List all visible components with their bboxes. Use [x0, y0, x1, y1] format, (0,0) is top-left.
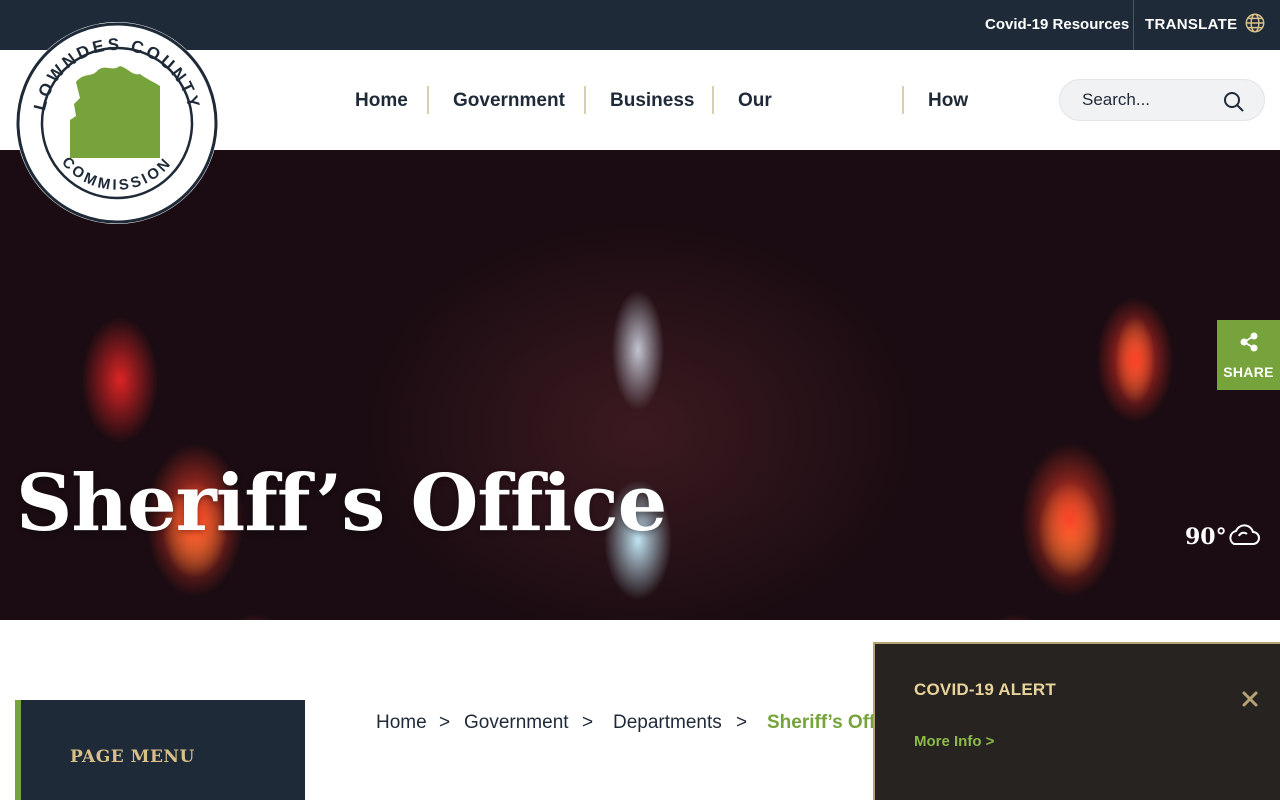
weather-temperature: 90° [1185, 524, 1227, 550]
cloud-icon [1229, 524, 1260, 545]
globe-icon[interactable] [1244, 12, 1266, 34]
nav-separator [584, 86, 586, 114]
share-icon [1240, 332, 1258, 352]
nav-separator [902, 86, 904, 114]
close-icon[interactable] [1241, 690, 1259, 708]
nav-separator [712, 86, 714, 114]
covid-alert-panel: COVID-19 ALERT More Info > [873, 642, 1280, 800]
covid-resources-link[interactable]: Covid-19 Resources [985, 0, 1129, 50]
share-label: SHARE [1223, 364, 1274, 380]
breadcrumb-home[interactable]: Home [376, 712, 427, 734]
search-icon[interactable] [1222, 90, 1246, 114]
breadcrumb-departments[interactable]: Departments [613, 712, 722, 734]
share-button[interactable]: SHARE [1217, 320, 1280, 390]
breadcrumb-government[interactable]: Government [464, 712, 569, 734]
nav-item-home[interactable]: Home [355, 50, 408, 150]
breadcrumb-separator: > [439, 712, 451, 733]
translate-button[interactable]: TRANSLATE [1145, 0, 1237, 50]
page-menu-toggle[interactable]: PAGE MENU [15, 700, 305, 800]
search-input[interactable] [1082, 88, 1222, 112]
nav-item-business[interactable]: Business [610, 50, 694, 150]
breadcrumb-separator: > [582, 712, 594, 733]
nav-item-our-community[interactable]: Our Community [738, 50, 843, 213]
county-logo[interactable]: LOWNDES COUNTY COMMISSION [14, 20, 220, 226]
page-menu-label: PAGE MENU [70, 747, 195, 767]
nav-separator [427, 86, 429, 114]
nav-item-how-do-i[interactable]: How Do I... [928, 50, 968, 315]
page-title: Sheriff’s Office [16, 458, 667, 549]
nav-item-government[interactable]: Government [453, 50, 565, 150]
breadcrumb-separator: > [736, 712, 748, 733]
alert-more-info-link[interactable]: More Info > [914, 733, 994, 750]
alert-title: COVID-19 ALERT [914, 680, 1056, 699]
utility-divider [1133, 0, 1134, 50]
